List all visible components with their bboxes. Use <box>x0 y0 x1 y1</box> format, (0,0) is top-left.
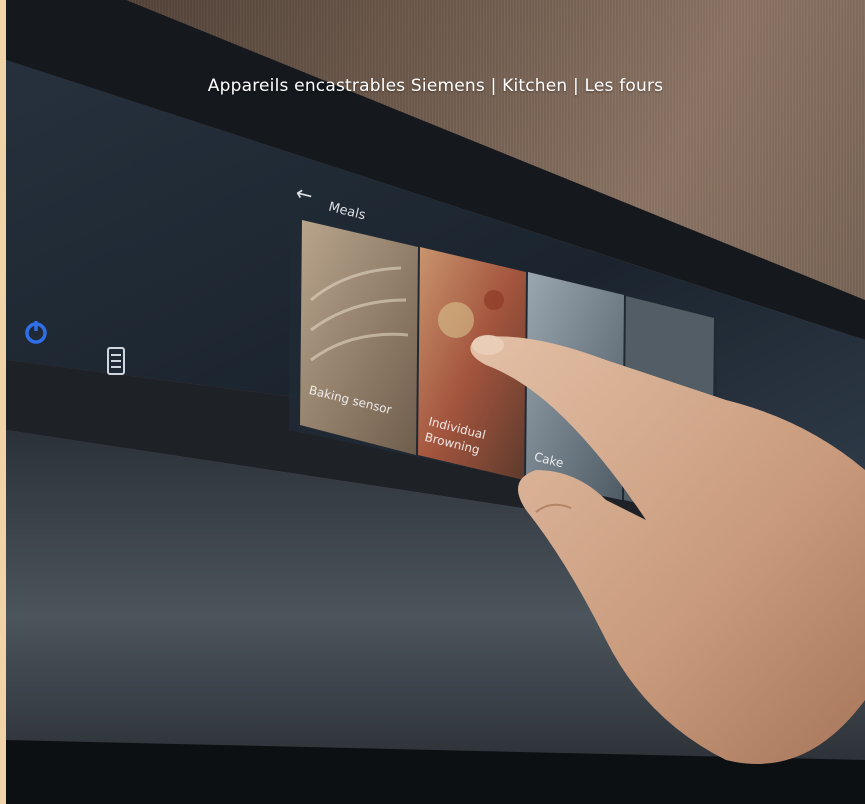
oven-photo: Appareils encastrables Siemens | Kitchen… <box>6 0 865 804</box>
oven-illustration <box>6 0 865 804</box>
page-caption: Appareils encastrables Siemens | Kitchen… <box>207 76 664 96</box>
